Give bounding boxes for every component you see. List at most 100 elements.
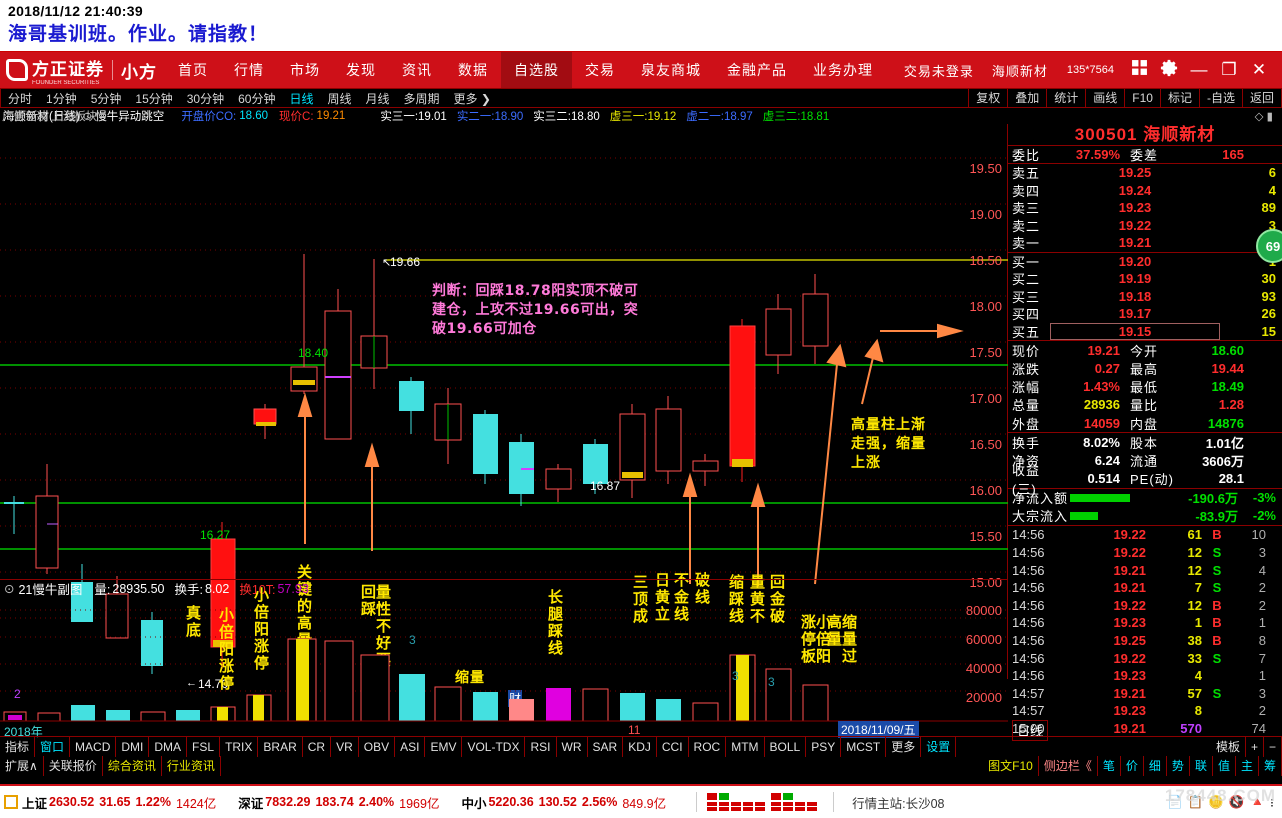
period-item-10[interactable]: 更多 ❯ bbox=[447, 90, 498, 107]
indicator-item-16[interactable]: CCI bbox=[657, 736, 689, 757]
toolbar2-left-3[interactable]: 行业资讯 bbox=[162, 756, 221, 776]
toolbar2-right-9[interactable]: 筹 bbox=[1259, 756, 1282, 776]
indicator-item-21[interactable]: MCST bbox=[841, 736, 887, 757]
indicator-item-7[interactable]: VR bbox=[331, 736, 359, 757]
ask-row-0[interactable]: 卖五 19.25 6 bbox=[1008, 164, 1282, 182]
chart-tool-4[interactable]: F10 bbox=[1124, 88, 1160, 108]
toolbar2-right-2[interactable]: 笔 bbox=[1098, 756, 1121, 776]
ask-row-4[interactable]: 卖一19.213 bbox=[1008, 234, 1282, 252]
period-item-3[interactable]: 15分钟 bbox=[128, 90, 179, 107]
indicator-item-20[interactable]: PSY bbox=[806, 736, 842, 757]
minimize-button[interactable]: — bbox=[1184, 60, 1214, 80]
indicator-right-2[interactable]: − bbox=[1264, 736, 1282, 757]
period-item-2[interactable]: 5分钟 bbox=[84, 90, 129, 107]
indicator-item-18[interactable]: MTM bbox=[726, 736, 765, 757]
toolbar2-right-1[interactable]: 侧边栏《 bbox=[1039, 756, 1098, 776]
app-icon[interactable] bbox=[4, 795, 18, 809]
indicator-left-1[interactable]: 窗口 bbox=[35, 736, 71, 757]
nav-item-5[interactable]: 数据 bbox=[445, 52, 501, 88]
trade-row-6[interactable]: 14:56 19.25 38 B 8 bbox=[1008, 632, 1282, 650]
indicator-item-13[interactable]: WR bbox=[557, 736, 588, 757]
indicator-item-8[interactable]: OBV bbox=[359, 736, 396, 757]
trade-row-11[interactable]: 15:00 19.21 570 74 bbox=[1008, 720, 1282, 738]
indicator-item-11[interactable]: VOL-TDX bbox=[462, 736, 526, 757]
indicator-item-22[interactable]: 更多 bbox=[886, 736, 922, 757]
founder-securities-logo[interactable]: 方正证券 FOUNDER SECURITIES bbox=[0, 55, 104, 86]
login-status[interactable]: 交易未登录 bbox=[895, 61, 983, 80]
nav-item-2[interactable]: 市场 bbox=[277, 52, 333, 88]
volume-chart-panel[interactable]: 真底 小倍阳涨停 小倍阳涨停 缩量 2 3 3 3 2018年 11 2018/… bbox=[0, 587, 1008, 739]
toolbar2-right-4[interactable]: 细 bbox=[1144, 756, 1167, 776]
period-item-9[interactable]: 多周期 bbox=[397, 90, 447, 107]
toolbar2-right-0[interactable]: 图文F10 bbox=[983, 756, 1039, 776]
indicator-left-0[interactable]: 指标 bbox=[0, 736, 36, 757]
trade-row-5[interactable]: 14:56 19.23 1 B 1 bbox=[1008, 614, 1282, 632]
toolbar2-left-0[interactable]: 扩展∧ bbox=[0, 756, 44, 776]
indicator-item-3[interactable]: FSL bbox=[187, 736, 221, 757]
toolbar2-right-8[interactable]: 主 bbox=[1236, 756, 1259, 776]
toolbar2-right-3[interactable]: 价 bbox=[1121, 756, 1144, 776]
chart-tool-2[interactable]: 统计 bbox=[1046, 88, 1085, 108]
trade-row-4[interactable]: 14:56 19.22 12 B 2 bbox=[1008, 596, 1282, 614]
indicator-item-1[interactable]: DMI bbox=[116, 736, 150, 757]
bid-row-0[interactable]: 买一19.201 bbox=[1008, 253, 1282, 271]
indicator-item-9[interactable]: ASI bbox=[395, 736, 426, 757]
chart-tool-1[interactable]: 叠加 bbox=[1007, 88, 1046, 108]
nav-item-0[interactable]: 首页 bbox=[165, 52, 221, 88]
volume-bars-chart[interactable] bbox=[0, 597, 1008, 736]
toolbar2-left-1[interactable]: 关联报价 bbox=[44, 756, 103, 776]
close-button[interactable]: ✕ bbox=[1244, 60, 1274, 80]
nav-item-3[interactable]: 发现 bbox=[333, 52, 389, 88]
ask-levels[interactable]: 卖五 19.25 6 卖四 19.24 4 卖三 19.23 89 卖二 19.22 3 卖一 19.21… bbox=[1008, 164, 1282, 252]
chart-options-icon[interactable]: ◇ ▮ bbox=[1255, 109, 1279, 123]
indicator-item-4[interactable]: TRIX bbox=[220, 736, 259, 757]
nav-item-4[interactable]: 资讯 bbox=[389, 52, 445, 88]
nav-item-8[interactable]: 泉友商城 bbox=[628, 52, 714, 88]
trade-row-10[interactable]: 14:57 19.23 8 2 bbox=[1008, 702, 1282, 720]
toolbar2-right-5[interactable]: 势 bbox=[1167, 756, 1190, 776]
period-item-8[interactable]: 月线 bbox=[359, 90, 397, 107]
indicator-item-19[interactable]: BOLL bbox=[765, 736, 807, 757]
toolbar2-left-2[interactable]: 综合资讯 bbox=[103, 756, 162, 776]
trade-row-9[interactable]: 14:57 19.21 57 S 3 bbox=[1008, 684, 1282, 702]
grid-apps-icon[interactable] bbox=[1124, 59, 1154, 81]
ask-row-2[interactable]: 卖三 19.23 89 bbox=[1008, 199, 1282, 217]
toolbar2-right-6[interactable]: 联 bbox=[1190, 756, 1213, 776]
trade-row-7[interactable]: 14:56 19.22 33 S 7 bbox=[1008, 649, 1282, 667]
indicator-item-15[interactable]: KDJ bbox=[623, 736, 657, 757]
chart-tool-6[interactable]: -自选 bbox=[1198, 88, 1242, 108]
trade-row-2[interactable]: 14:56 19.21 12 S 4 bbox=[1008, 561, 1282, 579]
bid-row-4[interactable]: 买五 19.15 15 bbox=[1008, 322, 1282, 341]
indicator-item-14[interactable]: SAR bbox=[588, 736, 624, 757]
nav-item-9[interactable]: 金融产品 bbox=[714, 52, 800, 88]
nav-item-7[interactable]: 交易 bbox=[572, 52, 628, 88]
trade-ticks-list[interactable]: 14:56 19.22 61 B 10 14:56 19.22 12 S 3 14:56 19.21 1… bbox=[1008, 526, 1282, 737]
ask-row-3[interactable]: 卖二 19.22 3 bbox=[1008, 217, 1282, 235]
indicator-item-23[interactable]: 设置 bbox=[921, 736, 957, 757]
buy-sell-gauge[interactable]: 69 bbox=[1256, 228, 1282, 263]
period-item-5[interactable]: 60分钟 bbox=[231, 90, 282, 107]
period-item-1[interactable]: 1分钟 bbox=[39, 90, 84, 107]
indicator-item-5[interactable]: BRAR bbox=[258, 736, 303, 757]
toolbar2-right-7[interactable]: 值 bbox=[1213, 756, 1236, 776]
index-group-1[interactable]: 深证 7832.29 183.74 2.40% 1969亿 bbox=[238, 793, 449, 812]
trade-row-8[interactable]: 14:56 19.23 4 1 bbox=[1008, 667, 1282, 685]
gear-icon[interactable] bbox=[1154, 59, 1184, 82]
ask-row-1[interactable]: 卖四 19.24 4 bbox=[1008, 182, 1282, 200]
nav-item-6[interactable]: 自选股 bbox=[501, 52, 572, 88]
indicator-item-6[interactable]: CR bbox=[303, 736, 332, 757]
chart-tool-7[interactable]: 返回 bbox=[1241, 88, 1281, 108]
indicator-item-2[interactable]: DMA bbox=[149, 736, 188, 757]
index-group-0[interactable]: 上证 2630.52 31.65 1.22% 1424亿 bbox=[22, 793, 226, 812]
bid-row-1[interactable]: 买二 19.19 30 bbox=[1008, 270, 1282, 288]
nav-item-10[interactable]: 业务办理 bbox=[800, 52, 886, 88]
period-item-7[interactable]: 周线 bbox=[320, 90, 358, 107]
period-item-6[interactable]: 日线 bbox=[282, 90, 320, 107]
period-item-0[interactable]: 分时 bbox=[1, 90, 39, 107]
nav-item-1[interactable]: 行情 bbox=[221, 52, 277, 88]
bid-row-2[interactable]: 买三 19.18 93 bbox=[1008, 288, 1282, 306]
indicator-right-1[interactable]: + bbox=[1246, 736, 1264, 757]
chart-tool-3[interactable]: 画线 bbox=[1085, 88, 1124, 108]
indicator-item-17[interactable]: ROC bbox=[689, 736, 727, 757]
account-name[interactable]: 海顺新材 bbox=[983, 61, 1057, 80]
